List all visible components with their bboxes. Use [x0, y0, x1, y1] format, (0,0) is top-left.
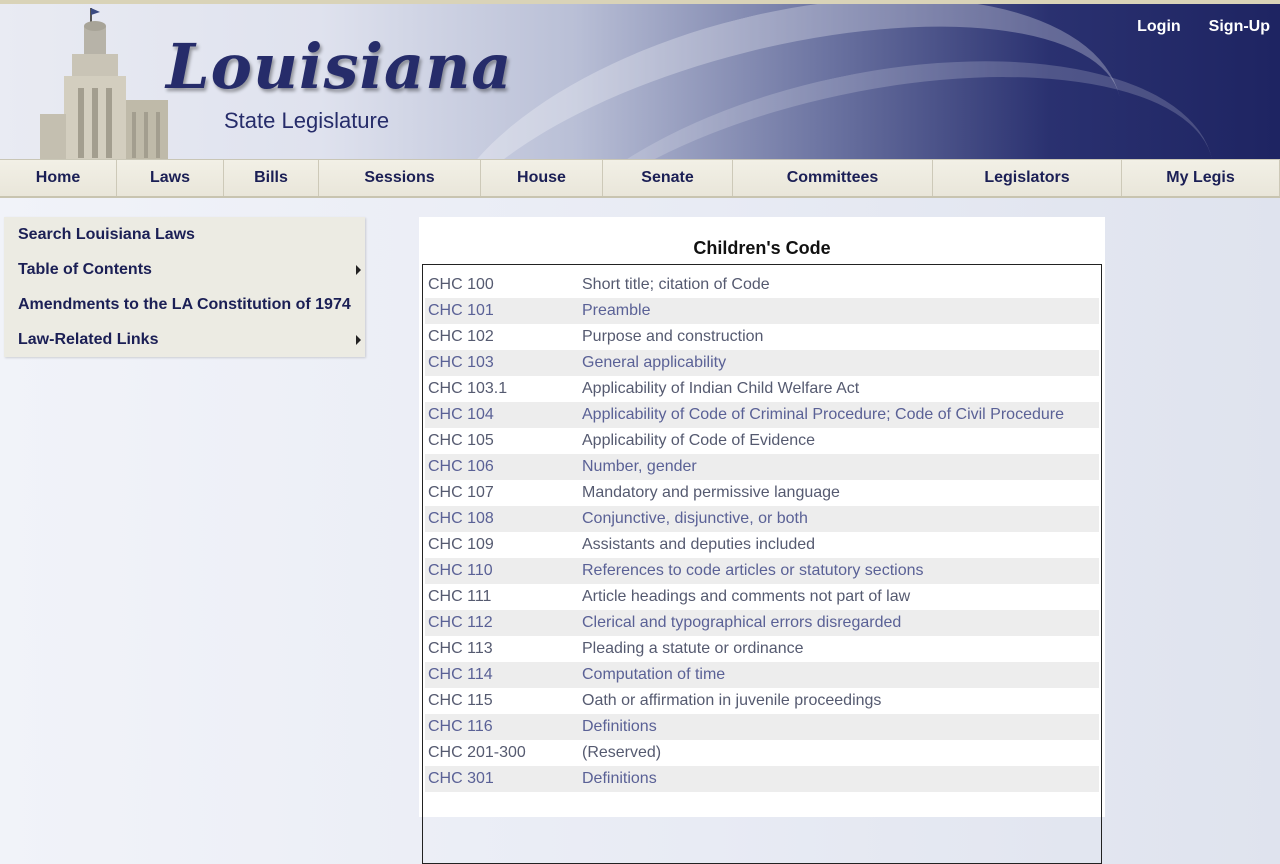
- main-nav: Home Laws Bills Sessions House Senate Co…: [0, 159, 1280, 198]
- nav-house[interactable]: House: [481, 160, 603, 196]
- article-number-link[interactable]: CHC 106: [425, 454, 582, 480]
- submenu-arrow-icon: [356, 265, 361, 275]
- article-title-link[interactable]: Assistants and deputies included: [582, 532, 1099, 558]
- article-title-link[interactable]: Computation of time: [582, 662, 1099, 688]
- article-title-link[interactable]: Short title; citation of Code: [582, 272, 1099, 298]
- article-title-link[interactable]: Number, gender: [582, 454, 1099, 480]
- sidebar-item-label: Amendments to the LA Constitution of 197…: [18, 296, 351, 313]
- article-title-link[interactable]: Clerical and typographical errors disreg…: [582, 610, 1099, 636]
- article-title-link[interactable]: Purpose and construction: [582, 324, 1099, 350]
- sidebar-item-label: Law-Related Links: [18, 331, 159, 348]
- table-row: CHC 109 Assistants and deputies included: [425, 532, 1099, 558]
- article-number-link[interactable]: CHC 114: [425, 662, 582, 688]
- table-row: CHC 101 Preamble: [425, 298, 1099, 324]
- nav-senate[interactable]: Senate: [603, 160, 733, 196]
- article-title-link[interactable]: (Reserved): [582, 740, 1099, 766]
- article-title-link[interactable]: References to code articles or statutory…: [582, 558, 1099, 584]
- article-number-link[interactable]: CHC 108: [425, 506, 582, 532]
- table-row: CHC 113 Pleading a statute or ordinance: [425, 636, 1099, 662]
- table-row: CHC 115 Oath or affirmation in juvenile p…: [425, 688, 1099, 714]
- table-row: CHC 100 Short title; citation of Code: [425, 272, 1099, 298]
- article-title-link[interactable]: Conjunctive, disjunctive, or both: [582, 506, 1099, 532]
- nav-committees[interactable]: Committees: [733, 160, 933, 196]
- article-number-link[interactable]: CHC 109: [425, 532, 582, 558]
- site-header: Louisiana State Legislature Login Sign-U…: [0, 0, 1280, 160]
- table-row: CHC 110 References to code articles or st…: [425, 558, 1099, 584]
- nav-bills[interactable]: Bills: [224, 160, 319, 196]
- site-logo-title[interactable]: Louisiana: [166, 30, 512, 103]
- article-number-link[interactable]: CHC 201-300: [425, 740, 582, 766]
- article-number-link[interactable]: CHC 107: [425, 480, 582, 506]
- code-article-table: CHC 100 Short title; citation of Code CHC …: [422, 264, 1102, 864]
- site-logo-subtitle[interactable]: State Legislature: [224, 108, 389, 134]
- capitol-building-icon: [40, 8, 168, 160]
- article-number-link[interactable]: CHC 103: [425, 350, 582, 376]
- table-row: CHC 107 Mandatory and permissive language: [425, 480, 1099, 506]
- table-row: CHC 104 Applicability of Code of Criminal…: [425, 402, 1099, 428]
- table-row: CHC 111 Article headings and comments not…: [425, 584, 1099, 610]
- article-title-link[interactable]: Definitions: [582, 766, 1099, 792]
- nav-sessions[interactable]: Sessions: [319, 160, 481, 196]
- sidebar-item-table-of-contents[interactable]: Table of Contents: [4, 252, 365, 287]
- article-title-link[interactable]: Applicability of Code of Evidence: [582, 428, 1099, 454]
- article-title-link[interactable]: Article headings and comments not part o…: [582, 584, 1099, 610]
- table-row: CHC 106 Number, gender: [425, 454, 1099, 480]
- sidebar-item-amendments[interactable]: Amendments to the LA Constitution of 197…: [4, 287, 365, 322]
- sidebar-item-search-laws[interactable]: Search Louisiana Laws: [4, 217, 365, 252]
- sidebar-menu: Search Louisiana Laws Table of Contents …: [4, 217, 365, 357]
- article-number-link[interactable]: CHC 111: [425, 584, 582, 610]
- nav-my-legis[interactable]: My Legis: [1122, 160, 1280, 196]
- article-number-link[interactable]: CHC 301: [425, 766, 582, 792]
- nav-home[interactable]: Home: [0, 160, 117, 196]
- article-number-link[interactable]: CHC 116: [425, 714, 582, 740]
- article-number-link[interactable]: CHC 115: [425, 688, 582, 714]
- article-title-link[interactable]: Definitions: [582, 714, 1099, 740]
- table-row: CHC 102 Purpose and construction: [425, 324, 1099, 350]
- table-row: CHC 301 Definitions: [425, 766, 1099, 792]
- signup-link[interactable]: Sign-Up: [1209, 18, 1270, 36]
- article-number-link[interactable]: CHC 105: [425, 428, 582, 454]
- table-row: CHC 108 Conjunctive, disjunctive, or both: [425, 506, 1099, 532]
- sidebar-item-label: Table of Contents: [18, 261, 152, 278]
- article-number-link[interactable]: CHC 102: [425, 324, 582, 350]
- article-number-link[interactable]: CHC 101: [425, 298, 582, 324]
- article-number-link[interactable]: CHC 110: [425, 558, 582, 584]
- content-panel: Children's Code CHC 100 Short title; cita…: [419, 217, 1105, 864]
- login-link[interactable]: Login: [1137, 18, 1181, 36]
- article-title-link[interactable]: Oath or affirmation in juvenile proceedi…: [582, 688, 1099, 714]
- sidebar-item-law-related-links[interactable]: Law-Related Links: [4, 322, 365, 357]
- table-row: CHC 114 Computation of time: [425, 662, 1099, 688]
- sidebar-item-label: Search Louisiana Laws: [18, 226, 195, 243]
- article-number-link[interactable]: CHC 103.1: [425, 376, 582, 402]
- table-row: CHC 105 Applicability of Code of Evidence: [425, 428, 1099, 454]
- table-row: CHC 201-300 (Reserved): [425, 740, 1099, 766]
- table-row: CHC 103.1 Applicability of Indian Child W…: [425, 376, 1099, 402]
- article-number-link[interactable]: CHC 112: [425, 610, 582, 636]
- article-number-link[interactable]: CHC 104: [425, 402, 582, 428]
- article-title-link[interactable]: Pleading a statute or ordinance: [582, 636, 1099, 662]
- nav-legislators[interactable]: Legislators: [933, 160, 1122, 196]
- account-links: Login Sign-Up: [1137, 18, 1270, 36]
- article-title-link[interactable]: Applicability of Code of Criminal Proced…: [582, 402, 1099, 428]
- nav-laws[interactable]: Laws: [117, 160, 224, 196]
- table-row: CHC 116 Definitions: [425, 714, 1099, 740]
- article-number-link[interactable]: CHC 113: [425, 636, 582, 662]
- submenu-arrow-icon: [356, 335, 361, 345]
- page-title: Children's Code: [693, 238, 831, 258]
- article-title-link[interactable]: Preamble: [582, 298, 1099, 324]
- article-number-link[interactable]: CHC 100: [425, 272, 582, 298]
- article-title-link[interactable]: General applicability: [582, 350, 1099, 376]
- article-title-link[interactable]: Mandatory and permissive language: [582, 480, 1099, 506]
- table-row: CHC 112 Clerical and typographical errors…: [425, 610, 1099, 636]
- table-row: CHC 103 General applicability: [425, 350, 1099, 376]
- article-title-link[interactable]: Applicability of Indian Child Welfare Ac…: [582, 376, 1099, 402]
